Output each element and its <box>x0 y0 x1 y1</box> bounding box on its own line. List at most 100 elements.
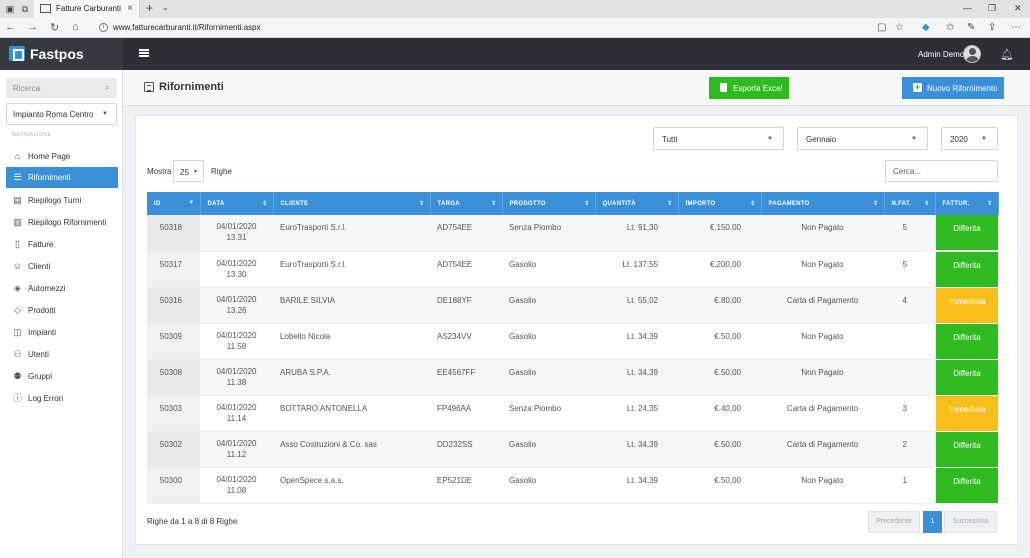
invoice-type-badge[interactable]: Differita <box>936 467 998 503</box>
cell-targa: AD754EE <box>430 251 502 288</box>
notes-icon[interactable]: ✎ <box>967 22 975 33</box>
cell-fattur: Differita <box>935 467 998 504</box>
more-icon[interactable]: ⋯ <box>1011 22 1021 33</box>
table-row[interactable]: 50318 04/01/2020 13.31 EuroTrasporti S.r.l.… <box>147 215 998 252</box>
new-tab-icon[interactable]: + <box>146 1 153 15</box>
column-header-nfat[interactable]: N.FAT. ⇕ <box>884 192 936 215</box>
cell-quantita: Lt. 34,39 <box>595 467 678 504</box>
table-row[interactable]: 50317 04/01/2020 13.30 EuroTrasporti S.r.l.… <box>147 251 998 288</box>
user-name[interactable]: Admin Demo <box>918 50 964 59</box>
sidebar-item-label: Utenti <box>28 350 49 359</box>
sidebar-search-input[interactable]: Ricerca ⌕ <box>6 78 117 98</box>
cell-quantita: Lt. 137,55 <box>595 251 678 288</box>
sidebar-item-clienti[interactable]: ☺ Clienti <box>6 256 118 277</box>
cell-id: 50317 <box>147 251 200 288</box>
cell-date: 04/01/2020 11.12 <box>200 431 273 468</box>
plant-select[interactable]: Impianto Roma Centro ▼ <box>6 103 117 125</box>
column-header-importo[interactable]: IMPORTO ⇕ <box>678 192 762 215</box>
invoice-type-badge[interactable]: Immediata <box>936 287 998 323</box>
sidebar-item-label: Log Errori <box>28 394 64 403</box>
sidebar-item-impianti[interactable]: ◫ Impianti <box>6 322 118 343</box>
notification-bell-icon[interactable]: 🔔︎ <box>1000 48 1014 61</box>
cell-date: 04/01/2020 13.31 <box>200 215 273 252</box>
invoice-type-badge[interactable]: Differita <box>936 323 998 359</box>
column-header-id[interactable]: ID ▼ <box>147 192 201 215</box>
pagination-next-button[interactable]: Successiva <box>944 511 997 533</box>
tab-actions-icon[interactable]: ⧉ <box>19 3 31 15</box>
invoice-type-badge[interactable]: Differita <box>936 251 998 287</box>
cell-date-time: 13.31 <box>226 233 247 242</box>
cell-targa: DD232SS <box>430 431 502 468</box>
sidebar-item-log-errori[interactable]: ⓘ Log Errori <box>6 388 118 409</box>
avatar[interactable] <box>963 45 981 63</box>
pagination-page-button[interactable]: 1 <box>923 511 942 533</box>
column-header-fattur[interactable]: FATTUR. ⇕ <box>935 192 999 215</box>
table-row[interactable]: 50309 04/01/2020 11.58 Lobello Nicola AS234V… <box>147 323 998 360</box>
column-header-pagamento[interactable]: PAGAMENTO ⇕ <box>761 192 885 215</box>
cell-cliente: OpenSpece s.a.s. <box>273 467 430 504</box>
minimize-icon[interactable]: — <box>963 3 972 13</box>
refresh-icon[interactable]: ↻ <box>50 21 59 34</box>
sidebar-item-fatture[interactable]: ▯ Fatture <box>6 234 118 255</box>
url-field[interactable]: www.fatturecarburanti.it/Rifornimenti.as… <box>113 23 261 32</box>
table-row[interactable]: 50300 04/01/2020 11.08 OpenSpece s.a.s. EP52… <box>147 467 998 504</box>
column-header-data[interactable]: DATA ⇕ <box>200 192 274 215</box>
cell-fattur: Immediata <box>935 395 998 432</box>
pagination-prev-button[interactable]: Precedente <box>868 511 920 533</box>
menu-toggle-icon[interactable] <box>139 49 149 57</box>
new-refuel-button[interactable]: + Nuovo Rifornimento <box>902 77 1004 99</box>
cell-fattur: Differita <box>935 323 998 360</box>
column-header-cliente[interactable]: CLIENTE ⇕ <box>273 192 431 215</box>
sort-icon: ⇕ <box>419 201 425 207</box>
sidebar-item-rifornimenti[interactable]: ☰ Rifornimenti <box>6 167 118 188</box>
browser-tab[interactable]: Fatture Carburanti × <box>34 0 140 18</box>
sidebar-item-automezzi[interactable]: ◈ Automezzi <box>6 278 118 299</box>
cell-nfat: 1 <box>884 467 935 504</box>
column-header-targa[interactable]: TARGA ⇕ <box>430 192 503 215</box>
share-icon[interactable]: ⇪ <box>988 22 996 33</box>
sort-icon: ⇕ <box>667 201 673 207</box>
sidebar-item-riepilogo-rifornimenti[interactable]: ▥ Riepilogo Rifornimenti <box>6 212 118 233</box>
cell-date: 04/01/2020 13.26 <box>200 287 273 324</box>
tab-list-chevron-icon[interactable]: ⌄ <box>162 3 169 12</box>
table-row[interactable]: 50316 04/01/2020 13.26 BARILE SILVIA DE188YF… <box>147 287 998 324</box>
rows-label: Righe <box>211 167 232 176</box>
status-filter-select[interactable]: Tutti ▼ <box>653 127 784 150</box>
home-browser-icon[interactable]: ⌂ <box>72 21 79 33</box>
sidebar-item-utenti[interactable]: ⚇ Utenti <box>6 344 118 365</box>
month-filter-select[interactable]: Gennaio ▼ <box>797 127 928 150</box>
sidebar-item-gruppi[interactable]: ⚉ Gruppi <box>6 366 118 387</box>
cell-id: 50316 <box>147 287 200 324</box>
sort-icon: ⇕ <box>987 201 993 207</box>
favorite-star-icon[interactable]: ☆ <box>895 22 904 33</box>
invoice-type-badge[interactable]: Differita <box>936 215 998 250</box>
sidebar-item-prodotti[interactable]: ◇ Prodotti <box>6 300 118 321</box>
forward-icon[interactable]: → <box>27 21 38 33</box>
invoice-type-badge[interactable]: Differita <box>936 431 998 467</box>
page-length-select[interactable]: 25 ▼ <box>173 160 204 182</box>
extension-icon[interactable]: ◆ <box>922 22 930 33</box>
table-row[interactable]: 50302 04/01/2020 11.12 Asso Costruzioni & C… <box>147 431 998 468</box>
tab-close-icon[interactable]: × <box>127 3 133 14</box>
table-row[interactable]: 50308 04/01/2020 11.38 ARUBA S.P.A. EE4567FF… <box>147 359 998 396</box>
window-close-icon[interactable]: ✕ <box>1014 3 1022 14</box>
column-header-quantita[interactable]: QUANTITÀ ⇕ <box>595 192 679 215</box>
year-filter-select[interactable]: 2020 ▼ <box>941 127 998 150</box>
back-icon[interactable]: ← <box>5 21 16 33</box>
restore-icon[interactable]: ❐ <box>988 3 996 14</box>
export-excel-button[interactable]: Esporta Excel <box>709 77 789 99</box>
info-icon: ⓘ <box>12 393 22 403</box>
brand-name[interactable]: Fastpos <box>30 46 84 62</box>
invoice-type-badge[interactable]: Differita <box>936 359 998 395</box>
sidebar-item-home[interactable]: ⌂ Home Page <box>6 146 118 167</box>
reading-view-icon[interactable]: ▢ <box>877 22 886 33</box>
book-icon: ▥ <box>13 217 22 227</box>
table-search-input[interactable] <box>885 160 998 182</box>
favorites-bar-icon[interactable]: ✩ <box>946 22 954 33</box>
invoice-type-badge[interactable]: Immediata <box>936 395 998 431</box>
table-row[interactable]: 50303 04/01/2020 11.14 BOTTARO ANTONELLA FP4… <box>147 395 998 432</box>
site-info-icon[interactable]: i <box>99 23 108 32</box>
column-header-prodotto[interactable]: PRODOTTO ⇕ <box>502 192 596 215</box>
sidebar-item-riepilogo-turni[interactable]: ▤ Riepilogo Turni <box>6 190 118 211</box>
browser-menu-icon[interactable]: ▣ <box>4 3 16 15</box>
